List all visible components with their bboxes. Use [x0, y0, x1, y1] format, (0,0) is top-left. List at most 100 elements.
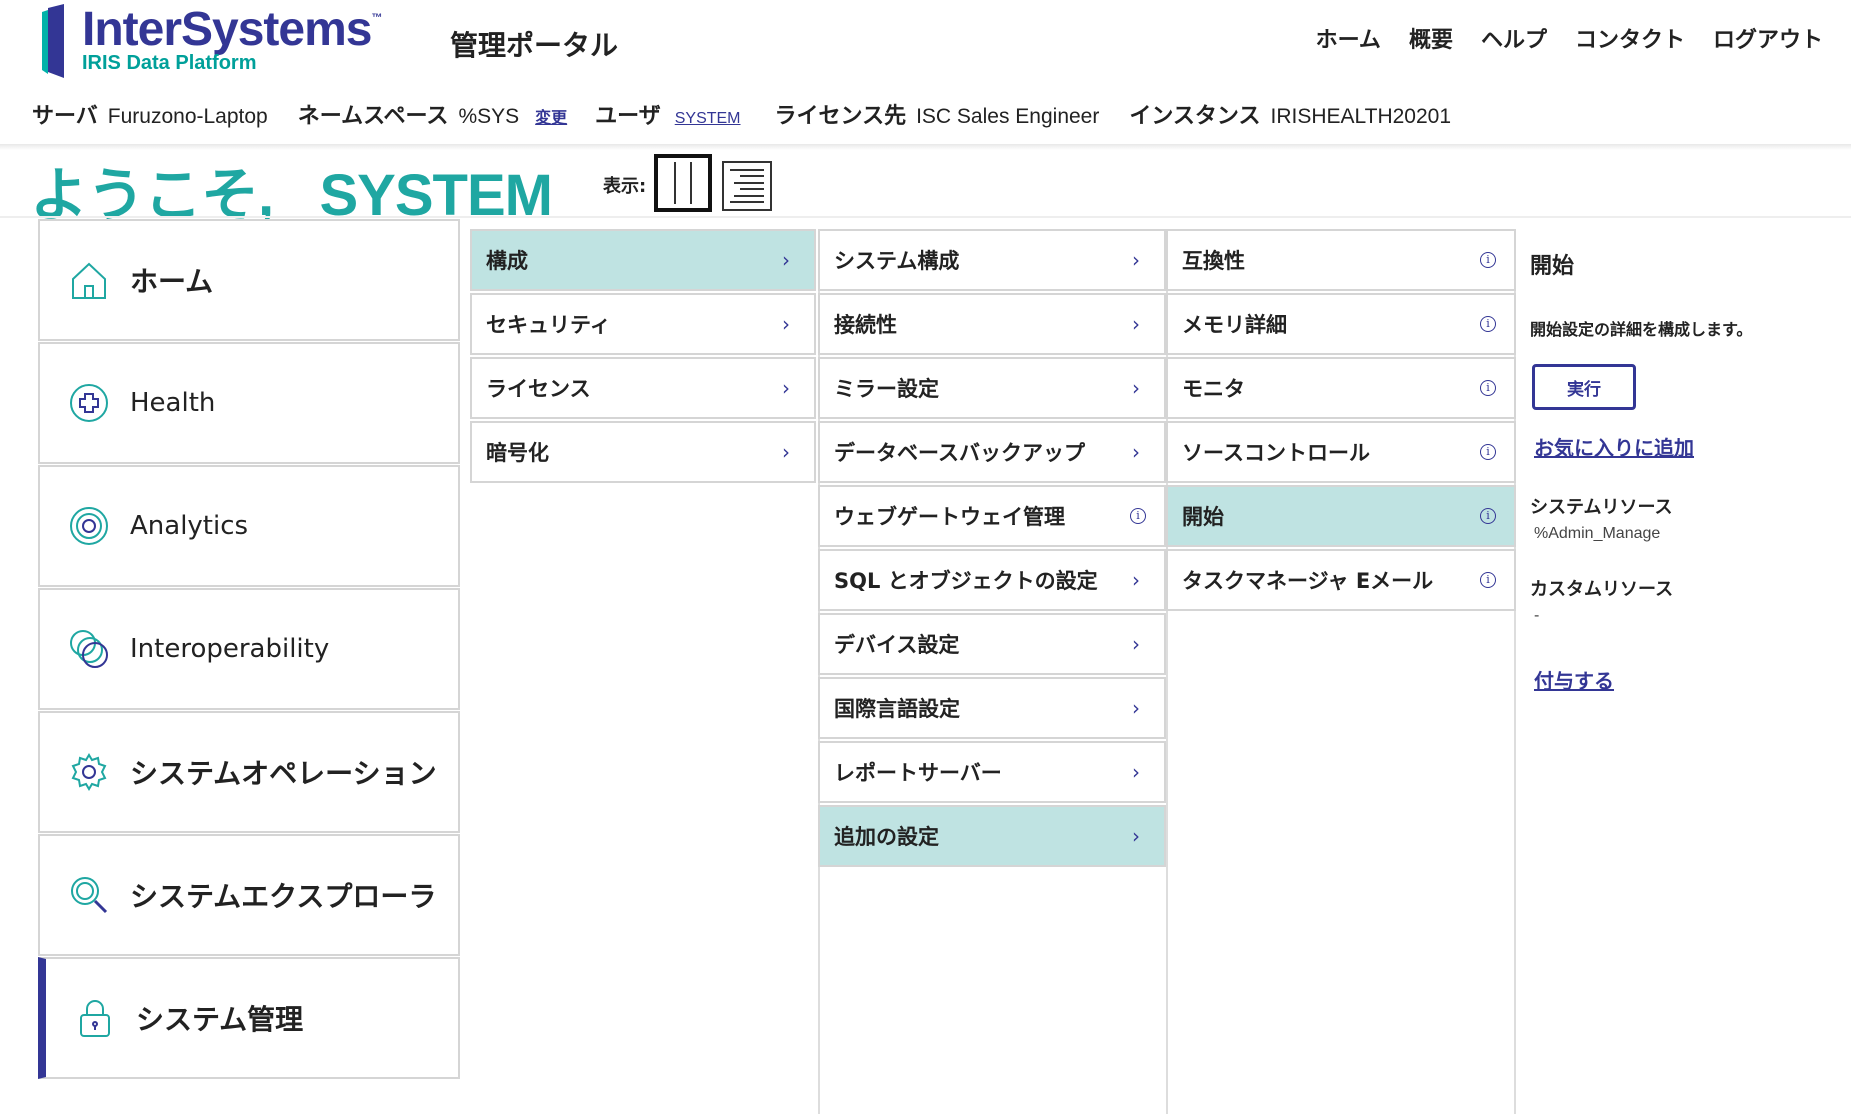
custom-resource-label: カスタムリソース [1530, 579, 1674, 600]
info-icon[interactable]: i [1480, 380, 1496, 396]
chevron-right-icon: › [782, 440, 790, 464]
chevron-right-icon: › [1132, 440, 1140, 464]
info-icon[interactable]: i [1130, 508, 1146, 524]
server-value: Furuzono-Laptop [107, 105, 268, 128]
detail-description: 開始設定の詳細を構成します。 [1530, 320, 1753, 339]
menu-item-web-gateway[interactable]: ウェブゲートウェイ管理 i [818, 485, 1166, 547]
health-icon [70, 384, 108, 422]
system-resource-label: システムリソース [1530, 497, 1673, 518]
custom-resource-value: - [1534, 607, 1540, 624]
info-icon[interactable]: i [1480, 252, 1496, 268]
home-icon [72, 262, 106, 299]
info-icon[interactable]: i [1480, 572, 1496, 588]
instance-label: インスタンス [1129, 104, 1261, 129]
menu-item-nls[interactable]: 国際言語設定 › [818, 677, 1166, 739]
namespace-value: %SYS [458, 105, 520, 128]
chevron-right-icon: › [1132, 632, 1140, 656]
chevron-right-icon: › [782, 376, 790, 400]
chevron-right-icon: › [1132, 824, 1140, 848]
logo-mark-icon [42, 4, 64, 78]
nav-help[interactable]: ヘルプ [1481, 22, 1547, 54]
license-value: ISC Sales Engineer [916, 105, 1100, 128]
user-label: ユーザ [595, 104, 661, 129]
add-favorite-link[interactable]: お気に入りに追加 [1534, 432, 1840, 461]
menu-item-devices[interactable]: デバイス設定 › [818, 613, 1166, 675]
grant-link[interactable]: 付与する [1534, 665, 1840, 694]
leftnav-item-health[interactable]: Health [38, 342, 460, 464]
menu-item-compatibility[interactable]: 互換性 i [1166, 229, 1516, 291]
server-label: サーバ [32, 104, 98, 129]
magnifier-icon [71, 877, 108, 914]
menu-item-task-manager-email[interactable]: タスクマネージャ Eメール i [1166, 549, 1516, 611]
menu-item-monitor[interactable]: モニタ i [1166, 357, 1516, 419]
leftnav-item-system-operation[interactable]: システムオペレーション [38, 711, 460, 833]
detail-title: 開始 [1530, 254, 1575, 279]
instance-value: IRISHEALTH20201 [1270, 105, 1452, 128]
detail-panel: 開始 開始設定の詳細を構成します。 実行 お気に入りに追加 システムリソース %… [1530, 248, 1840, 694]
leftnav-item-analytics[interactable]: Analytics [38, 465, 460, 587]
menu-item-license[interactable]: ライセンス › [470, 357, 816, 419]
view-label: 表示: [603, 176, 647, 197]
leftnav-item-interoperability[interactable]: Interoperability [38, 588, 460, 710]
menu-item-connectivity[interactable]: 接続性 › [818, 293, 1166, 355]
run-button[interactable]: 実行 [1532, 364, 1636, 410]
info-icon[interactable]: i [1480, 444, 1496, 460]
top-nav: ホーム 概要 ヘルプ コンタクト ログアウト [1316, 22, 1823, 54]
menu-item-report-server[interactable]: レポートサーバー › [818, 741, 1166, 803]
menu-column-1: 構成 › セキュリティ › ライセンス › 暗号化 › [470, 229, 816, 485]
system-resource-value: %Admin_Manage [1534, 525, 1661, 542]
content-divider [0, 216, 1851, 218]
chevron-right-icon: › [1132, 376, 1140, 400]
info-icon[interactable]: i [1480, 316, 1496, 332]
interoperability-icon [70, 630, 108, 668]
menu-item-source-control[interactable]: ソースコントロール i [1166, 421, 1516, 483]
gear-icon [71, 753, 107, 791]
user-link[interactable]: SYSTEM [671, 110, 745, 128]
menu-item-security[interactable]: セキュリティ › [470, 293, 816, 355]
brand-subtitle: IRIS Data Platform [82, 52, 257, 74]
brand-name: InterSystems™ [82, 3, 382, 56]
leftnav-label: Interoperability [130, 634, 330, 664]
nav-logout[interactable]: ログアウト [1713, 22, 1823, 54]
menu-item-mirror[interactable]: ミラー設定 › [818, 357, 1166, 419]
nav-contact[interactable]: コンタクト [1575, 22, 1685, 54]
menu-item-encryption[interactable]: 暗号化 › [470, 421, 816, 483]
leftnav-item-home[interactable]: ホーム [38, 219, 460, 341]
license-label: ライセンス先 [774, 104, 907, 129]
leftnav-label: ホーム [130, 265, 214, 298]
leftnav-label: システム管理 [136, 1003, 304, 1036]
list-view-button[interactable] [722, 161, 772, 211]
leftnav-item-system-explorer[interactable]: システムエクスプローラ [38, 834, 460, 956]
leftnav-label: Analytics [130, 511, 249, 541]
menu-item-startup[interactable]: 開始 i [1166, 485, 1516, 547]
intersystems-logo[interactable]: InterSystems™ IRIS Data Platform [42, 2, 382, 80]
info-icon[interactable]: i [1480, 508, 1496, 524]
nav-about[interactable]: 概要 [1409, 22, 1453, 54]
change-namespace-link[interactable]: 変更 [535, 104, 567, 128]
leftnav-item-system-admin[interactable]: システム管理 [38, 957, 460, 1079]
menu-column-2: システム構成 › 接続性 › ミラー設定 › データベースバックアップ › ウェブゲート… [818, 229, 1166, 1114]
chevron-right-icon: › [1132, 248, 1140, 272]
menu-item-additional-settings[interactable]: 追加の設定 › [818, 805, 1166, 867]
analytics-icon [70, 507, 108, 545]
chevron-right-icon: › [1132, 760, 1140, 784]
leftnav-label: Health [130, 388, 216, 418]
leftnav-label: システムオペレーション [130, 757, 437, 790]
menu-item-system-config[interactable]: システム構成 › [818, 229, 1166, 291]
menu-item-configuration[interactable]: 構成 › [470, 229, 816, 291]
nav-home[interactable]: ホーム [1316, 22, 1381, 54]
menu-column-3: 互換性 i メモリ詳細 i モニタ i ソースコントロール i 開始 i タスクマネージャ… [1166, 229, 1516, 1114]
lock-icon [80, 1000, 110, 1037]
menu-item-sql-objects[interactable]: SQL とオブジェクトの設定 › [818, 549, 1166, 611]
chevron-right-icon: › [1132, 312, 1140, 336]
chevron-right-icon: › [782, 248, 790, 272]
chevron-right-icon: › [1132, 568, 1140, 592]
column-view-button[interactable] [654, 154, 712, 212]
menu-item-db-backup[interactable]: データベースバックアップ › [818, 421, 1166, 483]
portal-title: 管理ポータル [450, 29, 619, 62]
namespace-label: ネームスペース [297, 104, 449, 129]
menu-item-memory[interactable]: メモリ詳細 i [1166, 293, 1516, 355]
leftnav-label: システムエクスプローラ [130, 880, 437, 913]
chevron-right-icon: › [782, 312, 790, 336]
chevron-right-icon: › [1132, 696, 1140, 720]
